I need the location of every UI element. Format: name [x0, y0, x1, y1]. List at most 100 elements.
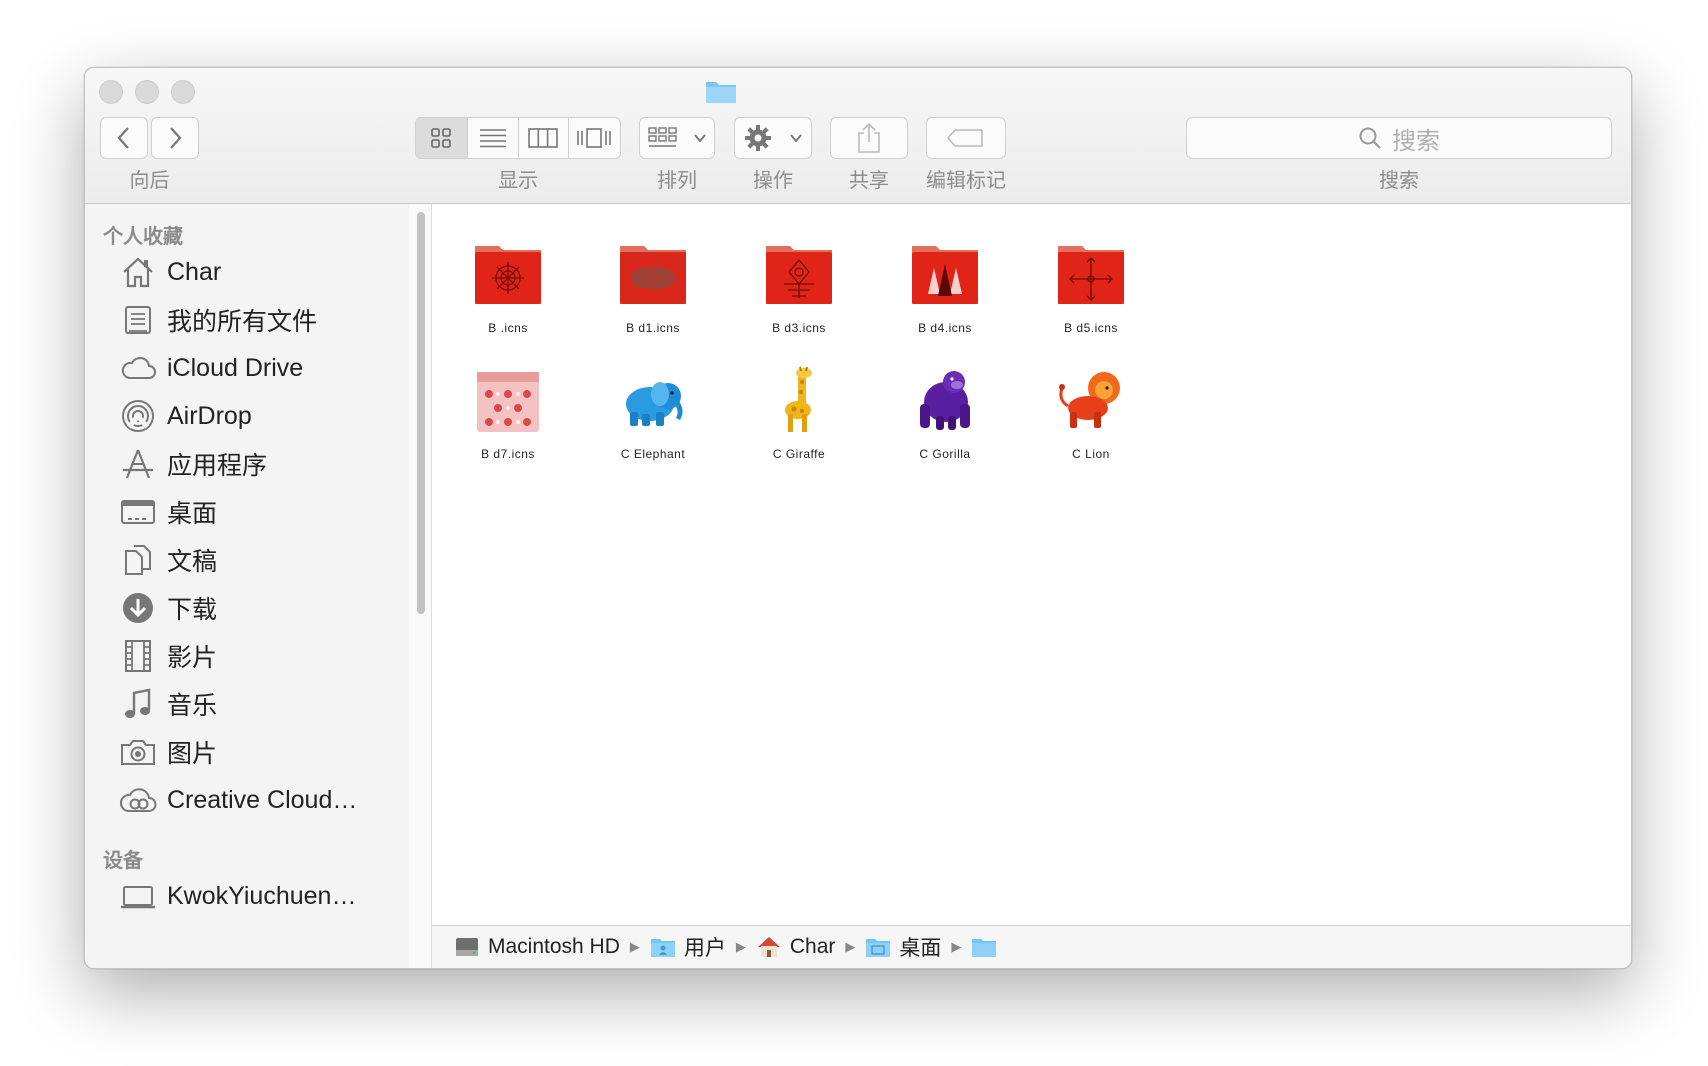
- red-folder-icon: [912, 246, 978, 304]
- sidebar-item-icloud[interactable]: iCloud Drive: [119, 348, 303, 388]
- path-crumb-home[interactable]: Char: [756, 935, 836, 959]
- sidebar-item-downloads[interactable]: 下载: [119, 588, 217, 628]
- arrange-button[interactable]: [639, 117, 715, 159]
- camera-icon: [121, 740, 155, 765]
- sidebar-item-label: 应用程序: [167, 452, 268, 480]
- chevron-left-icon: [117, 127, 129, 149]
- sidebar-item-documents[interactable]: 文稿: [119, 540, 217, 580]
- path-separator-icon: ▶: [845, 939, 856, 954]
- share-button[interactable]: [830, 117, 908, 159]
- finder-window: 向后 显示 排列 操作 共享 编辑标记 搜索 搜索 个人收藏 Char 我的所有…: [84, 67, 1632, 969]
- action-label: 操作: [753, 170, 793, 192]
- sidebar-item-desktop[interactable]: 桌面: [119, 492, 217, 532]
- sidebar-item-pictures[interactable]: 图片: [119, 732, 217, 772]
- file-item[interactable]: B .icns: [433, 238, 583, 335]
- list-view-button[interactable]: [468, 118, 519, 158]
- sidebar-item-home[interactable]: Char: [119, 252, 221, 292]
- tag-icon: [947, 129, 983, 147]
- chevron-down-icon: [693, 134, 706, 143]
- toolbar: 向后 显示 排列 操作 共享 编辑标记 搜索 搜索: [85, 68, 1631, 204]
- file-item[interactable]: B d4.icns: [870, 238, 1020, 335]
- file-item[interactable]: B d1.icns: [578, 238, 728, 335]
- all-files-icon: [125, 306, 151, 334]
- scroll-thumb[interactable]: [417, 212, 425, 614]
- search-icon: [1359, 127, 1381, 149]
- file-name: B d3.icns: [772, 321, 826, 335]
- devices-header: 设备: [103, 850, 143, 872]
- file-item[interactable]: C Giraffe: [724, 364, 874, 461]
- sidebar: 个人收藏 Char 我的所有文件 iCloud Drive AirDrop 应用…: [85, 204, 410, 968]
- zoom-button[interactable]: [171, 80, 195, 104]
- cover-flow-button[interactable]: [569, 118, 620, 158]
- sidebar-item-device[interactable]: KwokYiuchuen…: [119, 876, 356, 916]
- arrange-label: 排列: [657, 170, 697, 192]
- sidebar-scrollbar[interactable]: [409, 204, 432, 968]
- column-view-button[interactable]: [519, 118, 569, 158]
- desktop-folder-icon: [866, 939, 891, 957]
- cloud-icon: [121, 357, 156, 379]
- sidebar-item-label: 图片: [167, 740, 218, 768]
- file-item[interactable]: C Elephant: [578, 364, 728, 461]
- close-button[interactable]: [99, 80, 123, 104]
- giraffe-icon: [785, 366, 812, 432]
- documents-icon: [125, 545, 151, 575]
- download-icon: [123, 593, 153, 623]
- creative-cloud-icon: [119, 788, 157, 812]
- file-name: B d4.icns: [918, 321, 972, 335]
- sidebar-item-movies[interactable]: 影片: [119, 636, 217, 676]
- path-bar: Macintosh HD ▶ 用户 ▶ Char ▶ 桌面 ▶: [432, 925, 1631, 968]
- icon-view-button[interactable]: [416, 118, 468, 158]
- hard-drive-icon: [456, 938, 478, 956]
- folder-icon: [972, 939, 997, 957]
- forward-button[interactable]: [151, 117, 199, 159]
- back-button[interactable]: [100, 117, 148, 159]
- path-crumb-current-folder[interactable]: [971, 935, 1005, 959]
- path-crumb-users[interactable]: 用户: [650, 932, 726, 962]
- file-item[interactable]: B d5.icns: [1016, 238, 1166, 335]
- file-name: C Giraffe: [772, 447, 826, 461]
- sidebar-item-applications[interactable]: 应用程序: [119, 444, 267, 484]
- search-field[interactable]: 搜索: [1186, 117, 1612, 159]
- sidebar-item-label: 下载: [167, 596, 218, 624]
- file-name: C Lion: [1072, 447, 1110, 461]
- users-folder-icon: [650, 939, 675, 957]
- list-icon: [479, 129, 506, 148]
- file-item[interactable]: B d7.icns: [433, 364, 583, 461]
- nav-label: 向后: [129, 170, 170, 192]
- path-separator-icon: ▶: [735, 939, 746, 954]
- file-name: B d7.icns: [481, 447, 535, 461]
- sidebar-item-label: 我的所有文件: [167, 308, 318, 336]
- sidebar-item-label: Char: [167, 257, 222, 286]
- red-folder-icon: [766, 246, 832, 304]
- home-icon: [123, 257, 153, 288]
- chevron-right-icon: [170, 127, 182, 149]
- sidebar-item-music[interactable]: 音乐: [119, 684, 217, 724]
- sidebar-item-airdrop[interactable]: AirDrop: [119, 396, 252, 436]
- file-name: B .icns: [488, 321, 528, 335]
- view-label: 显示: [498, 170, 538, 192]
- sidebar-item-creative-cloud[interactable]: Creative Cloud…: [119, 780, 357, 820]
- path-crumb-desktop[interactable]: 桌面: [865, 932, 941, 962]
- applications-icon: [123, 449, 153, 479]
- sidebar-item-label: 影片: [167, 644, 218, 672]
- search-placeholder: 搜索: [1392, 127, 1440, 155]
- edit-tags-button[interactable]: [926, 117, 1006, 159]
- file-item[interactable]: C Gorilla: [870, 364, 1020, 461]
- elephant-icon: [626, 382, 683, 426]
- action-button[interactable]: [734, 117, 812, 159]
- view-mode-control[interactable]: [415, 117, 621, 159]
- music-icon: [125, 688, 151, 718]
- minimize-button[interactable]: [135, 80, 159, 104]
- sidebar-item-label: 桌面: [167, 500, 218, 528]
- tags-label: 编辑标记: [926, 170, 1006, 192]
- sidebar-item-all-files[interactable]: 我的所有文件: [119, 300, 317, 340]
- file-item[interactable]: B d3.icns: [724, 238, 874, 335]
- path-crumb-label: Char: [789, 935, 836, 958]
- path-crumb-label: 用户: [683, 937, 726, 960]
- path-crumb-macintosh-hd[interactable]: Macintosh HD: [454, 935, 620, 959]
- red-folder-icon: [475, 246, 541, 304]
- path-separator-icon: ▶: [951, 939, 962, 954]
- file-name: C Elephant: [620, 447, 686, 461]
- file-item[interactable]: C Lion: [1016, 364, 1166, 461]
- sidebar-item-label: 音乐: [167, 692, 218, 720]
